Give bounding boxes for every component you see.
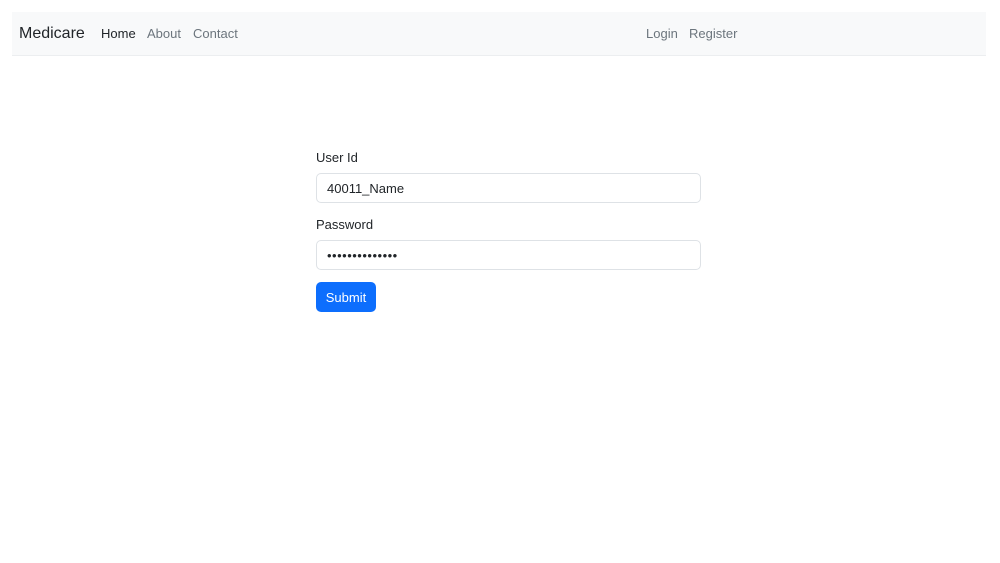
password-label: Password <box>316 217 374 232</box>
userid-input[interactable] <box>316 173 701 203</box>
userid-label: User Id <box>316 150 358 165</box>
nav-link-home[interactable]: Home <box>101 26 136 42</box>
navbar: Medicare Home About Contact Login Regist… <box>12 12 986 56</box>
brand-logo[interactable]: Medicare <box>19 23 85 45</box>
nav-link-contact[interactable]: Contact <box>193 26 238 42</box>
nav-link-login[interactable]: Login <box>646 26 678 42</box>
password-input[interactable] <box>316 240 701 270</box>
nav-link-about[interactable]: About <box>147 26 181 42</box>
nav-link-register[interactable]: Register <box>689 26 737 42</box>
submit-button[interactable]: Submit <box>316 282 376 312</box>
